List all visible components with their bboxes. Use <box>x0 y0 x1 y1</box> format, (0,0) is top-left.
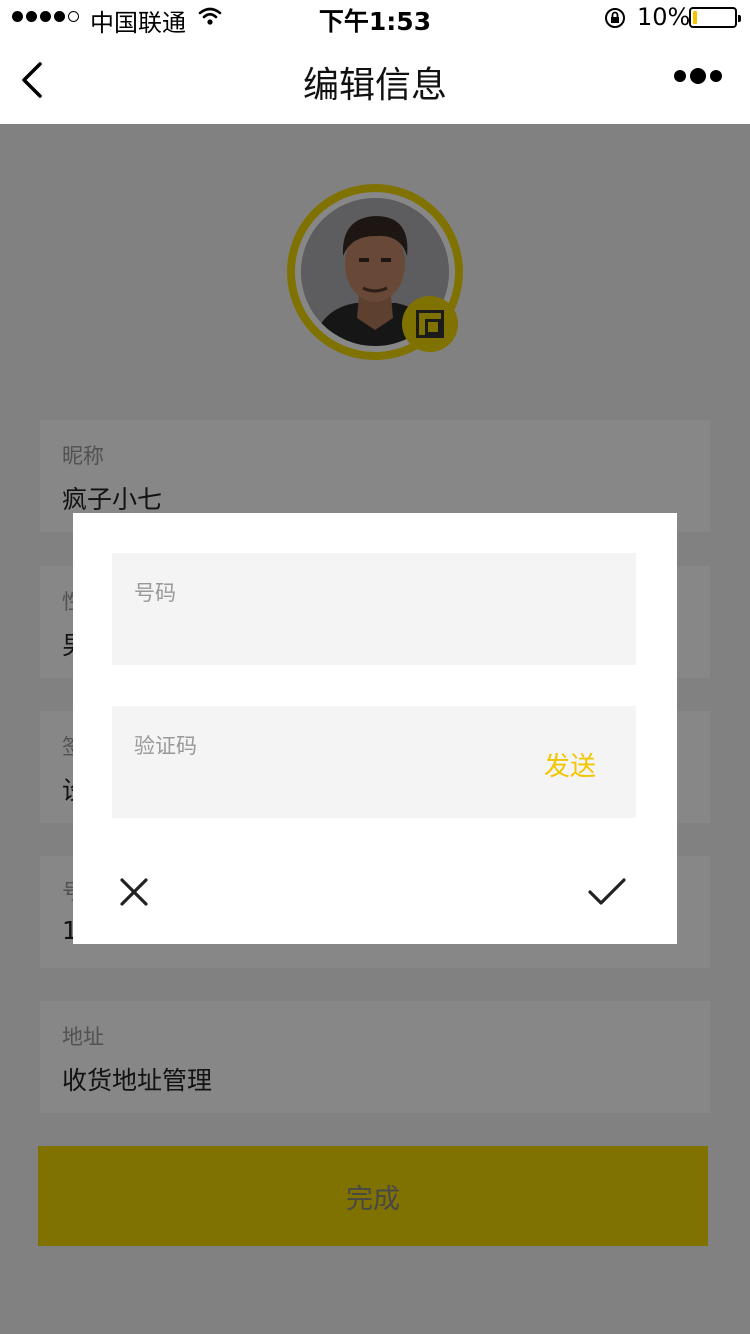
verification-code-input[interactable]: 验证码 发送 <box>112 706 636 818</box>
check-icon <box>588 878 626 905</box>
dot-icon <box>674 70 686 82</box>
verification-code-placeholder: 验证码 <box>134 734 197 758</box>
dot-icon <box>690 68 706 84</box>
phone-verify-dialog: 号码 验证码 发送 <box>73 513 677 944</box>
dot-icon <box>710 70 722 82</box>
nav-bar: 编辑信息 <box>0 36 750 124</box>
send-code-button[interactable]: 发送 <box>544 746 596 783</box>
close-icon <box>120 878 148 906</box>
more-options-button[interactable] <box>674 68 722 84</box>
phone-number-input[interactable]: 号码 <box>112 553 636 665</box>
cancel-button[interactable] <box>119 877 149 907</box>
rotation-lock-icon <box>605 8 625 28</box>
phone-number-placeholder: 号码 <box>134 581 176 605</box>
battery-icon <box>689 7 741 28</box>
page-title: 编辑信息 <box>302 65 447 106</box>
confirm-button[interactable] <box>587 877 627 907</box>
status-bar: 中国联通 下午1:53 10% <box>0 0 750 37</box>
battery-percent: 10% <box>637 3 691 31</box>
